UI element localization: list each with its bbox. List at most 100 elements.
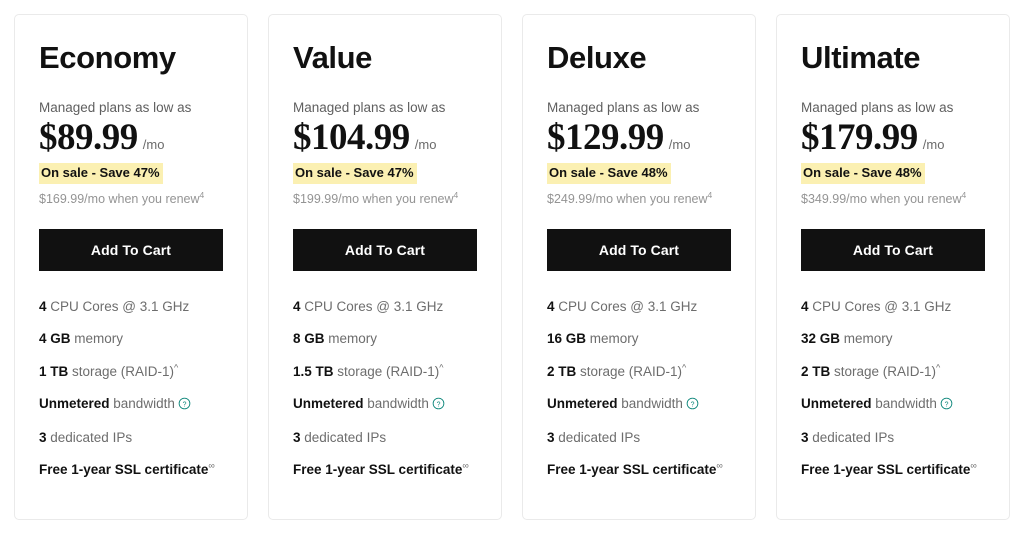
feature-highlight: 3 (801, 429, 809, 445)
plan-price-period: /mo (414, 136, 437, 152)
svg-text:?: ? (944, 401, 948, 408)
renewal-footnote-marker: 4 (961, 189, 967, 200)
feature-item: Unmetered bandwidth? (801, 394, 985, 415)
feature-item: Free 1-year SSL certificate∞ (39, 460, 223, 479)
feature-item: 2 TB storage (RAID-1)^ (547, 362, 731, 381)
feature-footnote-marker: ^ (174, 362, 179, 373)
plan-feature-list: 4 CPU Cores @ 3.1 GHz 32 GB memory 2 TB st… (801, 297, 985, 479)
feature-text: storage (RAID-1) (830, 363, 937, 379)
renewal-price-note: $249.99/mo when you renew4 (547, 191, 731, 207)
feature-highlight: Unmetered (547, 395, 618, 411)
renewal-price-note: $169.99/mo when you renew4 (39, 191, 223, 207)
plan-tagline: Managed plans as low as (293, 100, 446, 116)
plan-price-row: $89.99/mo (39, 116, 223, 158)
add-to-cart-button[interactable]: Add To Cart (547, 229, 731, 272)
svg-text:?: ? (436, 401, 440, 408)
plan-card: Ultimate Managed plans as low as $179.99/m… (776, 14, 1010, 520)
add-to-cart-button[interactable]: Add To Cart (801, 229, 985, 272)
feature-footnote-marker: ^ (936, 362, 941, 373)
feature-text: dedicated IPs (300, 429, 387, 445)
feature-text: storage (RAID-1) (576, 363, 683, 379)
feature-text: storage (RAID-1) (68, 363, 175, 379)
feature-footnote-marker: ^ (682, 362, 687, 373)
plan-price-row: $179.99/mo (801, 118, 985, 158)
feature-item: 8 GB memory (293, 329, 477, 348)
info-help-icon[interactable]: ? (940, 396, 953, 415)
feature-item: 4 GB memory (39, 329, 223, 348)
feature-footnote-marker: ∞ (970, 460, 977, 471)
feature-text: storage (RAID-1) (333, 363, 440, 379)
svg-text:?: ? (690, 401, 694, 408)
feature-text: CPU Cores @ 3.1 GHz (808, 299, 952, 315)
sale-badge: On sale - Save 48% (547, 163, 671, 185)
renewal-price-note: $199.99/mo when you renew4 (293, 191, 477, 207)
feature-text: CPU Cores @ 3.1 GHz (46, 299, 190, 315)
feature-item: 2 TB storage (RAID-1)^ (801, 362, 985, 381)
feature-item: Free 1-year SSL certificate∞ (293, 460, 477, 479)
feature-highlight: Unmetered (39, 395, 110, 411)
plan-title: Deluxe (547, 40, 647, 75)
feature-highlight: 16 GB (547, 331, 587, 347)
feature-highlight: 2 TB (801, 363, 831, 379)
plan-tagline: Managed plans as low as (39, 100, 192, 116)
plan-card: Deluxe Managed plans as low as $129.99/mo O… (522, 14, 756, 520)
feature-highlight: 3 (547, 429, 555, 445)
feature-highlight: 4 (39, 299, 47, 315)
feature-text: dedicated IPs (554, 429, 641, 445)
plan-title: Economy (39, 40, 176, 75)
plan-title: Value (293, 40, 372, 75)
feature-highlight: 3 (39, 429, 47, 445)
info-help-icon[interactable]: ? (432, 396, 445, 415)
plan-price-amount: $89.99 (39, 116, 138, 158)
plan-feature-list: 4 CPU Cores @ 3.1 GHz 4 GB memory 1 TB sto… (39, 297, 223, 479)
renewal-price-text: $199.99/mo when you renew (293, 192, 454, 207)
plan-price-amount: $129.99 (547, 116, 664, 158)
feature-highlight: 3 (293, 429, 301, 445)
feature-item: 1 TB storage (RAID-1)^ (39, 362, 223, 381)
feature-footnote-marker: ∞ (462, 460, 469, 471)
feature-item: Free 1-year SSL certificate∞ (547, 460, 731, 479)
feature-item: 4 CPU Cores @ 3.1 GHz (801, 297, 985, 316)
plan-title: Ultimate (801, 40, 921, 75)
plan-feature-list: 4 CPU Cores @ 3.1 GHz 16 GB memory 2 TB st… (547, 297, 731, 479)
feature-item: Unmetered bandwidth? (547, 394, 731, 415)
info-help-icon[interactable]: ? (686, 396, 699, 415)
sale-badge: On sale - Save 48% (801, 163, 925, 185)
renewal-footnote-marker: 4 (453, 189, 459, 200)
info-help-icon[interactable]: ? (178, 396, 191, 415)
feature-text: CPU Cores @ 3.1 GHz (300, 299, 444, 315)
feature-text: bandwidth (363, 395, 429, 411)
feature-footnote-marker: ∞ (208, 460, 215, 471)
feature-highlight: Free 1-year SSL certificate (39, 462, 209, 478)
plan-card: Economy Managed plans as low as $89.99/mo O… (14, 14, 248, 520)
feature-item: 3 dedicated IPs (293, 428, 477, 447)
feature-item: 3 dedicated IPs (547, 428, 731, 447)
feature-item: 4 CPU Cores @ 3.1 GHz (547, 297, 731, 316)
add-to-cart-button[interactable]: Add To Cart (293, 229, 477, 272)
feature-text: bandwidth (109, 395, 175, 411)
feature-highlight: Free 1-year SSL certificate (547, 462, 717, 478)
feature-footnote-marker: ∞ (716, 460, 723, 471)
feature-text: dedicated IPs (46, 429, 133, 445)
feature-highlight: 2 TB (547, 363, 577, 379)
plan-price-period: /mo (142, 136, 165, 152)
feature-highlight: Unmetered (801, 395, 872, 411)
feature-item: Free 1-year SSL certificate∞ (801, 460, 985, 479)
pricing-plans-row: Economy Managed plans as low as $89.99/mo O… (0, 0, 1024, 520)
feature-highlight: Unmetered (293, 395, 364, 411)
plan-price-amount: $104.99 (293, 116, 410, 158)
feature-item: 3 dedicated IPs (801, 428, 985, 447)
feature-text: dedicated IPs (808, 429, 895, 445)
sale-badge: On sale - Save 47% (293, 163, 417, 185)
feature-highlight: 4 (801, 299, 809, 315)
feature-item: 1.5 TB storage (RAID-1)^ (293, 362, 477, 381)
renewal-price-text: $249.99/mo when you renew (547, 192, 708, 207)
renewal-footnote-marker: 4 (199, 189, 205, 200)
feature-highlight: 8 GB (293, 331, 325, 347)
feature-item: 4 CPU Cores @ 3.1 GHz (293, 297, 477, 316)
feature-text: bandwidth (871, 395, 937, 411)
add-to-cart-button[interactable]: Add To Cart (39, 229, 223, 272)
feature-highlight: 4 (293, 299, 301, 315)
feature-item: 32 GB memory (801, 329, 985, 348)
feature-text: bandwidth (617, 395, 683, 411)
